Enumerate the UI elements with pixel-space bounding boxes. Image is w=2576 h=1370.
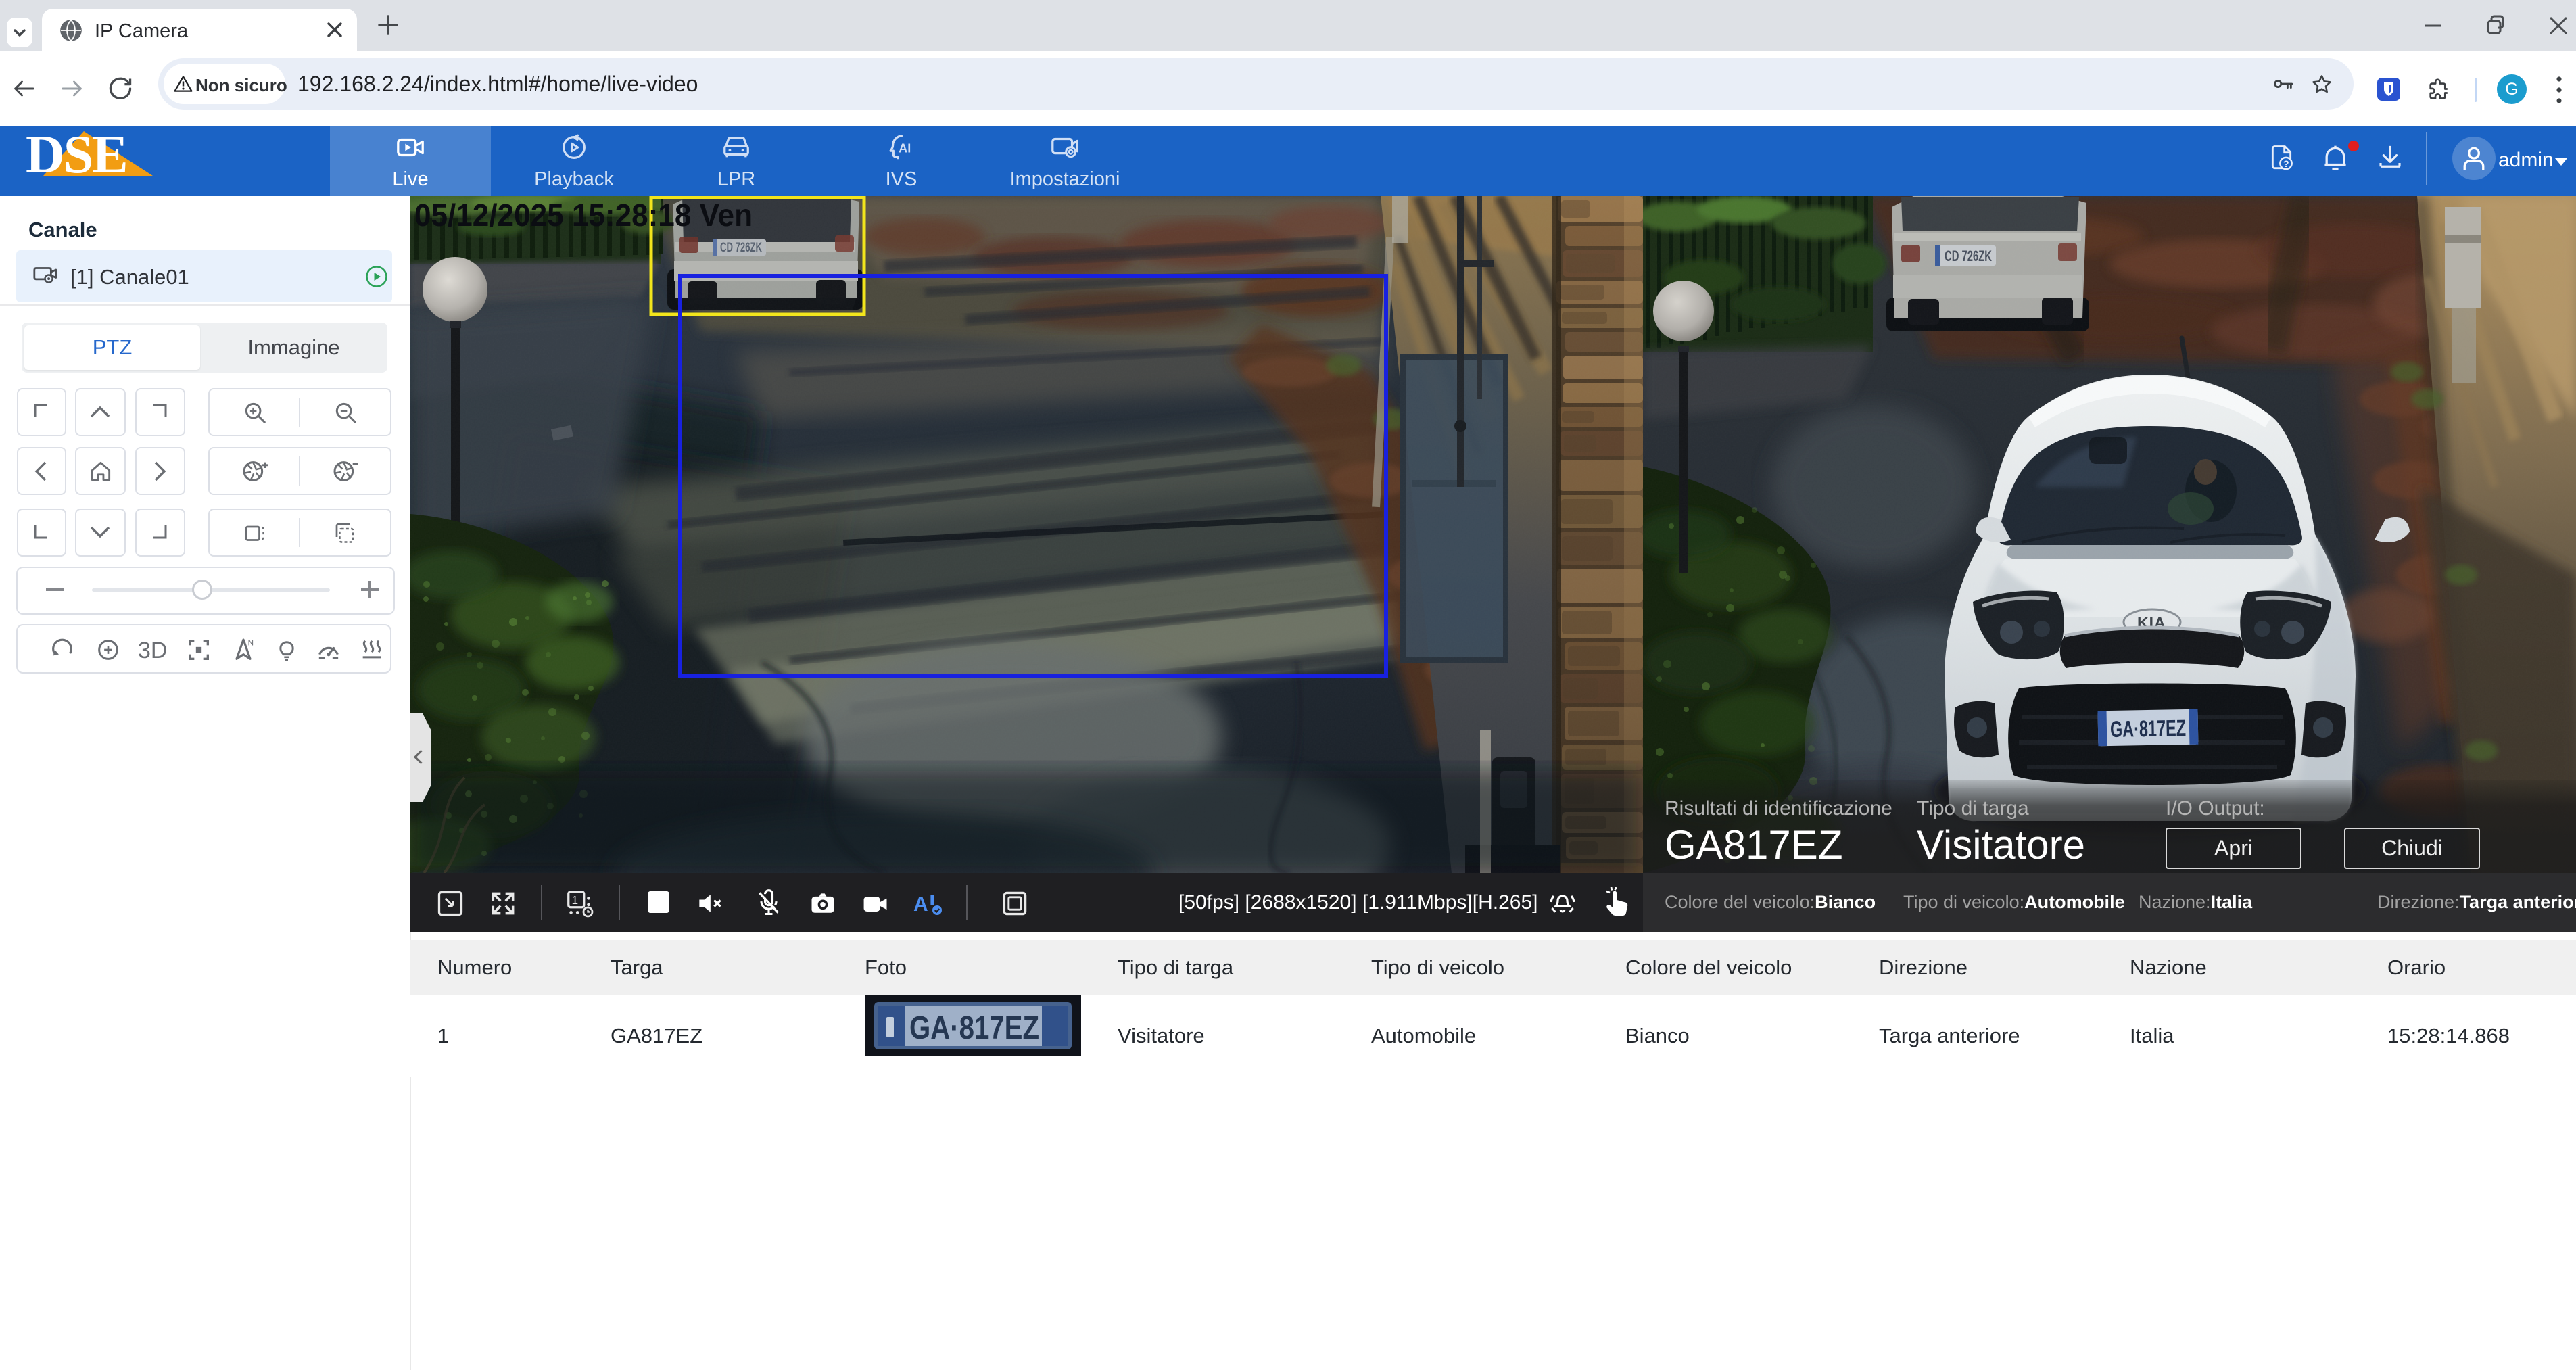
- svg-text:05/12/2025 15:28:18 Ven: 05/12/2025 15:28:18 Ven: [414, 197, 753, 233]
- svg-text:AI: AI: [899, 142, 911, 156]
- svg-text:N: N: [248, 638, 254, 647]
- svg-text:A: A: [913, 893, 928, 916]
- svg-text:?: ?: [2283, 159, 2289, 170]
- svg-text:1: 1: [572, 893, 579, 907]
- svg-text:GA·817EZ: GA·817EZ: [909, 1010, 1039, 1046]
- svg-text:DSE: DSE: [26, 130, 127, 177]
